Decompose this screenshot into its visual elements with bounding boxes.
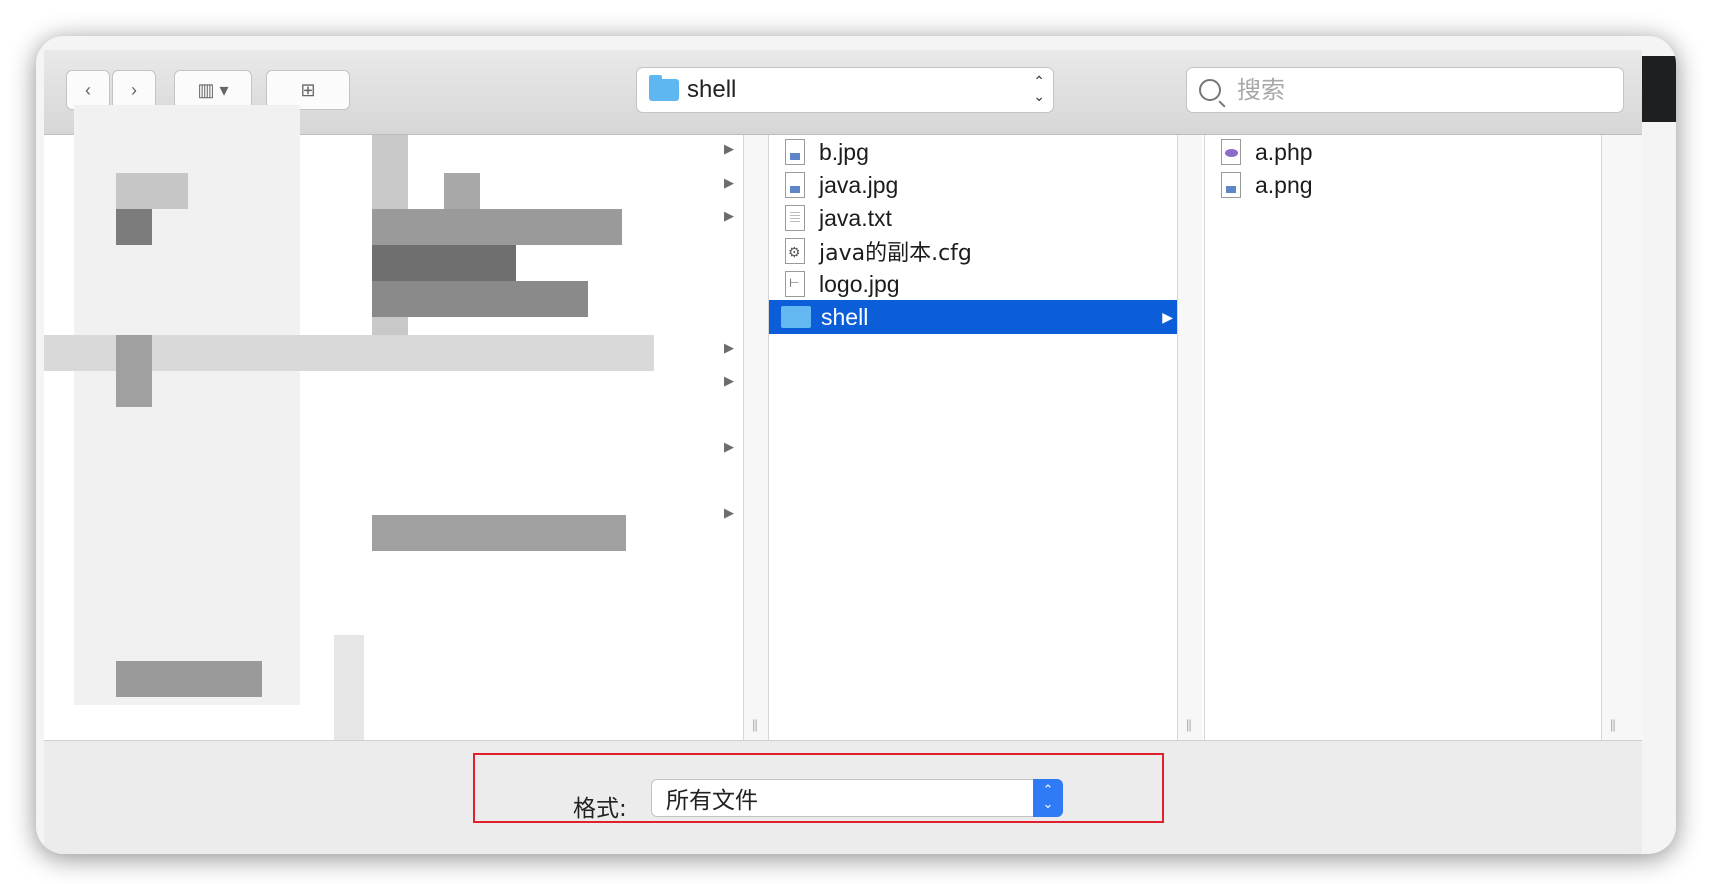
view-mode-button[interactable]: ▥ ▾	[174, 70, 252, 110]
column-resize-handle[interactable]: ||	[1178, 135, 1202, 740]
column-resize-handle[interactable]: ||	[744, 135, 768, 740]
pixelated-region	[372, 209, 622, 245]
disclosure-arrow-icon: ▶	[724, 208, 734, 223]
format-select[interactable]: 所有文件 ⌃ ⌄	[651, 779, 1063, 817]
php-file-icon	[1221, 139, 1241, 165]
disclosure-arrow-icon: ▶	[724, 505, 734, 520]
column-view-icon: ▥ ▾	[197, 79, 229, 100]
file-name: java.txt	[819, 204, 892, 231]
pixelated-region	[372, 281, 588, 317]
list-item[interactable]: b.jpg	[769, 135, 1177, 169]
location-popup[interactable]: shell ⌃ ⌄	[636, 67, 1054, 113]
image-file-icon	[785, 139, 805, 165]
column-sidebar-obscured: ▶ ▶ ▶ ▶ ▶ ▶ ▶	[44, 105, 744, 740]
pixelated-region	[444, 173, 480, 209]
list-item[interactable]: java.jpg	[769, 168, 1177, 202]
pixelated-region	[116, 173, 188, 209]
pixelated-region	[334, 635, 364, 740]
back-button[interactable]: ‹	[66, 70, 110, 110]
resize-grip-icon: ||	[1186, 717, 1192, 732]
pixelated-region	[116, 209, 152, 245]
file-name: java.jpg	[819, 171, 899, 198]
list-item[interactable]: a.php	[1205, 135, 1601, 169]
text-file-icon	[785, 205, 805, 231]
list-item[interactable]: a.png	[1205, 168, 1601, 202]
folder-icon	[649, 75, 679, 101]
chevron-left-icon: ‹	[85, 79, 91, 100]
search-icon	[1199, 79, 1221, 101]
background-window-edge	[1636, 56, 1676, 122]
pixelated-region	[372, 245, 516, 281]
resize-grip-icon: ||	[1610, 717, 1616, 732]
image-file-icon	[785, 271, 805, 297]
pixelated-region	[372, 515, 626, 551]
forward-button[interactable]: ›	[112, 70, 156, 110]
pixelated-region	[116, 335, 152, 407]
list-item[interactable]: logo.jpg	[769, 267, 1177, 301]
new-folder-icon: ⊞	[300, 79, 316, 100]
list-item[interactable]: java的副本.cfg	[769, 234, 1177, 268]
resize-grip-icon: ||	[752, 717, 758, 732]
format-value: 所有文件	[666, 788, 758, 814]
dialog-footer: 格式: 所有文件 ⌃ ⌄	[44, 740, 1642, 854]
disclosure-arrow-icon: ▶	[724, 175, 734, 190]
disclosure-arrow-icon: ▶	[724, 340, 734, 355]
image-file-icon	[1221, 172, 1241, 198]
pixelated-region	[116, 661, 262, 697]
select-arrows-icon: ⌃ ⌄	[1033, 779, 1063, 817]
column-shell-contents: a.php a.png	[1204, 135, 1602, 740]
search-field[interactable]	[1186, 67, 1624, 113]
config-file-icon	[785, 238, 805, 264]
location-label: shell	[687, 76, 737, 103]
image-file-icon	[785, 172, 805, 198]
disclosure-arrow-icon: ▶	[1162, 308, 1173, 325]
list-item-selected[interactable]: shell ▶	[769, 300, 1177, 334]
folder-icon	[781, 306, 811, 328]
search-input[interactable]	[1235, 75, 1599, 105]
file-name: b.jpg	[819, 138, 869, 165]
annotation-highlight-box: 格式: 所有文件 ⌃ ⌄	[473, 753, 1164, 823]
column-resize-handle[interactable]: ||	[1602, 135, 1642, 740]
screenshot-frame: ‹ › ▥ ▾ ⊞ shell ⌃ ⌄ 搜索 ▶ ▶ ▶ ▶ ▶ ▶ ▶ || …	[36, 36, 1676, 854]
format-label: 格式:	[573, 796, 627, 822]
file-name: a.php	[1255, 138, 1313, 165]
list-item[interactable]: java.txt	[769, 201, 1177, 235]
disclosure-arrow-icon: ▶	[724, 373, 734, 388]
chevron-right-icon: ›	[131, 79, 137, 100]
new-folder-button[interactable]: ⊞	[266, 70, 350, 110]
file-name: shell	[821, 303, 869, 330]
popup-arrows-icon: ⌃ ⌄	[1033, 73, 1045, 104]
column-shell-parent: b.jpg java.jpg java.txt java的副本.cfg logo…	[768, 135, 1178, 740]
file-name: java的副本.cfg	[819, 241, 972, 266]
file-name: a.png	[1255, 171, 1313, 198]
column-browser: ▶ ▶ ▶ ▶ ▶ ▶ ▶ || b.jpg java.jpg java.txt…	[44, 105, 1642, 740]
file-name: logo.jpg	[819, 270, 900, 297]
disclosure-arrow-icon: ▶	[724, 141, 734, 156]
open-file-dialog: ‹ › ▥ ▾ ⊞ shell ⌃ ⌄ 搜索 ▶ ▶ ▶ ▶ ▶ ▶ ▶ || …	[44, 50, 1642, 854]
disclosure-arrow-icon: ▶	[724, 439, 734, 454]
